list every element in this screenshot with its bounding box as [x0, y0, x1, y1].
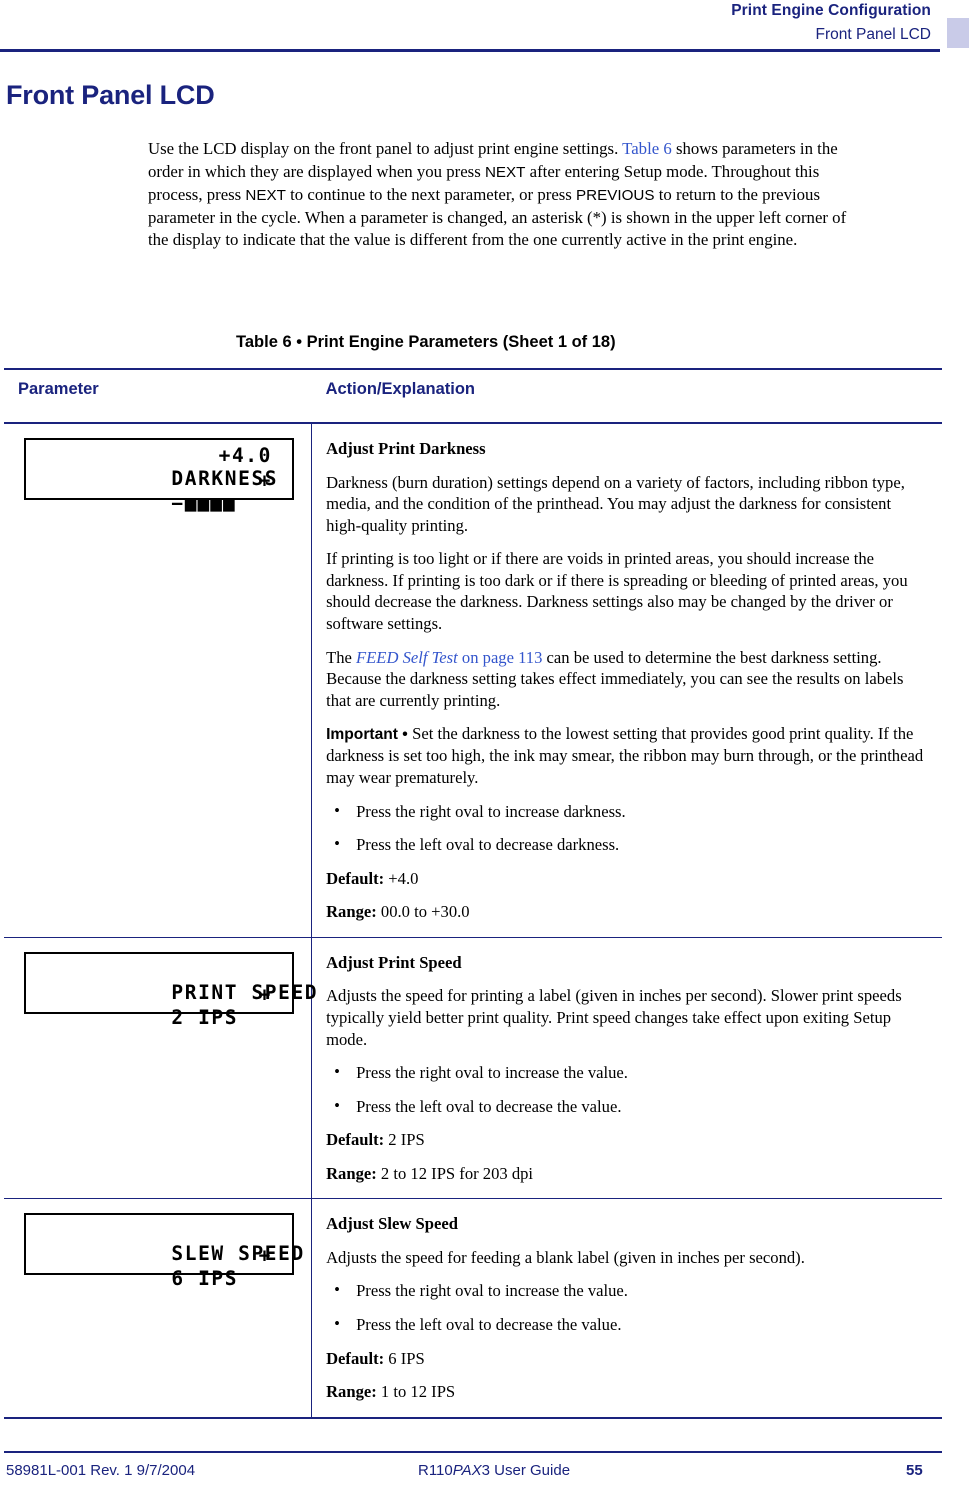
- action-heading: Adjust Slew Speed: [326, 1214, 458, 1234]
- lcd-display-darkness: DARKNESS +4.0 −■■■■ +: [24, 438, 294, 516]
- footer-guide-title: R110PAX3 User Guide: [418, 1462, 570, 1479]
- feed-self-test-page-link[interactable]: on page 113: [458, 648, 543, 667]
- lcd-line-1: PRINT SPEED: [38, 958, 316, 1004]
- important-text: Set the darkness to the lowest setting t…: [326, 724, 924, 788]
- table-header-row: Parameter Action/Explanation: [4, 368, 942, 424]
- header-title-line1: Print Engine Configuration: [731, 2, 931, 19]
- range-line: Range: 00.0 to +30.0: [326, 901, 926, 923]
- column-header-action: Action/Explanation: [311, 368, 942, 424]
- lcd-value-print-speed: 2 IPS: [171, 1005, 239, 1029]
- page-title: Front Panel LCD: [6, 80, 215, 110]
- key-next-1: NEXT: [484, 163, 526, 181]
- lcd-plus-symbol: +: [258, 469, 272, 492]
- footer-rule: [4, 1451, 942, 1454]
- action-bullet-1: Press the right oval to increase the val…: [326, 1279, 926, 1302]
- intro-text-4: to continue to the next parameter, or pr…: [285, 184, 577, 204]
- lcd-line-1: DARKNESS +4.0: [38, 444, 282, 490]
- column-header-parameter: Parameter: [4, 368, 312, 424]
- print-engine-parameters-table: Parameter Action/Explanation DARKNESS +4…: [4, 368, 942, 1419]
- default-label: Default:: [326, 1130, 385, 1150]
- action-bullet-2: Press the left oval to decrease the valu…: [326, 1313, 926, 1336]
- table-6-link[interactable]: Table 6: [622, 139, 672, 158]
- default-line: Default: 2 IPS: [326, 1129, 926, 1151]
- feed-self-test-pre: The: [326, 647, 357, 667]
- parameter-cell-darkness: DARKNESS +4.0 −■■■■ +: [4, 423, 312, 938]
- lcd-line-1: SLEW SPEED: [38, 1219, 303, 1265]
- lcd-minus-symbol: −: [171, 492, 185, 515]
- key-previous: PREVIOUS: [576, 186, 655, 204]
- action-heading: Adjust Print Speed: [326, 952, 462, 972]
- lcd-display-print-speed: PRINT SPEED 2 IPS +: [24, 951, 317, 1029]
- action-paragraph-1: Adjusts the speed for feeding a blank la…: [326, 1247, 805, 1267]
- action-bullet-2: Press the left oval to decrease the valu…: [326, 1095, 926, 1118]
- default-line: Default: +4.0: [326, 868, 926, 890]
- range-value: 00.0 to +30.0: [376, 902, 470, 922]
- important-note: Important • Set the darkness to the lowe…: [326, 723, 926, 788]
- feed-self-test-link[interactable]: FEED Self Test: [356, 648, 458, 667]
- action-cell-print-speed: Adjust Print Speed Adjusts the speed for…: [311, 937, 942, 1200]
- lcd-display-slew-speed: SLEW SPEED 6 IPS +: [24, 1213, 303, 1290]
- action-cell-slew-speed: Adjust Slew Speed Adjusts the speed for …: [311, 1198, 942, 1419]
- header-title-line2: Front Panel LCD: [815, 26, 931, 43]
- action-bullet-1: Press the right oval to increase darknes…: [326, 800, 926, 823]
- page-header: Print Engine Configuration Front Panel L…: [0, 0, 975, 52]
- parameter-cell-print-speed: PRINT SPEED 2 IPS +: [4, 937, 317, 1200]
- lcd-plus-symbol: +: [258, 1244, 272, 1268]
- header-corner-block: [947, 18, 969, 48]
- default-line: Default: 6 IPS: [326, 1348, 926, 1370]
- default-value: 6 IPS: [384, 1348, 425, 1368]
- intro-paragraph: Use the LCD display on the front panel t…: [148, 138, 848, 252]
- table-row: DARKNESS +4.0 −■■■■ + Adjust Print Darkn…: [4, 423, 942, 938]
- lcd-bar-gauge: ■■■■: [184, 493, 236, 516]
- range-label: Range:: [326, 1163, 377, 1183]
- lcd-value-darkness: +4.0: [218, 444, 272, 467]
- footer-document-id: 58981L-001 Rev. 1 9/7/2004: [6, 1462, 196, 1479]
- footer-guide-ital: PAX: [452, 1462, 482, 1479]
- action-paragraph-2: If printing is too light or if there are…: [326, 549, 908, 633]
- action-bullet-2: Press the left oval to decrease darkness…: [326, 833, 926, 856]
- lcd-value-slew-speed: 6 IPS: [171, 1267, 239, 1291]
- action-heading: Adjust Print Darkness: [326, 439, 486, 458]
- default-value: +4.0: [384, 868, 419, 888]
- action-bullet-1: Press the right oval to increase the val…: [326, 1061, 926, 1084]
- lcd-plus-symbol: +: [258, 982, 272, 1006]
- range-value: 1 to 12 IPS: [376, 1382, 456, 1402]
- footer-guide-post: 3 User Guide: [481, 1462, 571, 1479]
- intro-text-1: Use the LCD display on the front panel t…: [148, 139, 623, 158]
- range-line: Range: 1 to 12 IPS: [326, 1381, 926, 1403]
- range-value: 2 to 12 IPS for 203 dpi: [376, 1163, 534, 1183]
- action-cell-darkness: Adjust Print Darkness Darkness (burn dur…: [311, 423, 942, 938]
- page-footer: 58981L-001 Rev. 1 9/7/2004 R110PAX3 User…: [0, 1462, 975, 1492]
- action-paragraph-3: The FEED Self Test on page 113 can be us…: [326, 647, 926, 712]
- footer-page-number: 55: [906, 1462, 923, 1479]
- action-paragraph-1: Darkness (burn duration) settings depend…: [326, 472, 905, 535]
- range-label: Range:: [326, 1382, 377, 1402]
- lcd-line-2: 2 IPS +: [38, 982, 282, 1029]
- default-label: Default:: [326, 1348, 385, 1368]
- table-row: SLEW SPEED 6 IPS + Adjust Slew Speed Adj…: [4, 1198, 942, 1419]
- action-paragraph-1: Adjusts the speed for printing a label (…: [326, 986, 902, 1049]
- lcd-line-2: −■■■■ +: [38, 469, 282, 516]
- parameter-cell-slew-speed: SLEW SPEED 6 IPS +: [4, 1198, 312, 1419]
- important-label: Important •: [326, 726, 413, 744]
- default-label: Default:: [326, 868, 385, 888]
- default-value: 2 IPS: [384, 1130, 425, 1150]
- range-label: Range:: [326, 902, 377, 922]
- header-rule: [0, 49, 940, 52]
- table-caption: Table 6 • Print Engine Parameters (Sheet…: [236, 333, 616, 351]
- table-row: PRINT SPEED 2 IPS + Adjust Print Speed A…: [4, 937, 942, 1200]
- footer-guide-pre: R110: [418, 1462, 453, 1479]
- lcd-line-2: 6 IPS +: [38, 1244, 282, 1290]
- range-line: Range: 2 to 12 IPS for 203 dpi: [326, 1163, 926, 1185]
- key-next-2: NEXT: [245, 186, 286, 204]
